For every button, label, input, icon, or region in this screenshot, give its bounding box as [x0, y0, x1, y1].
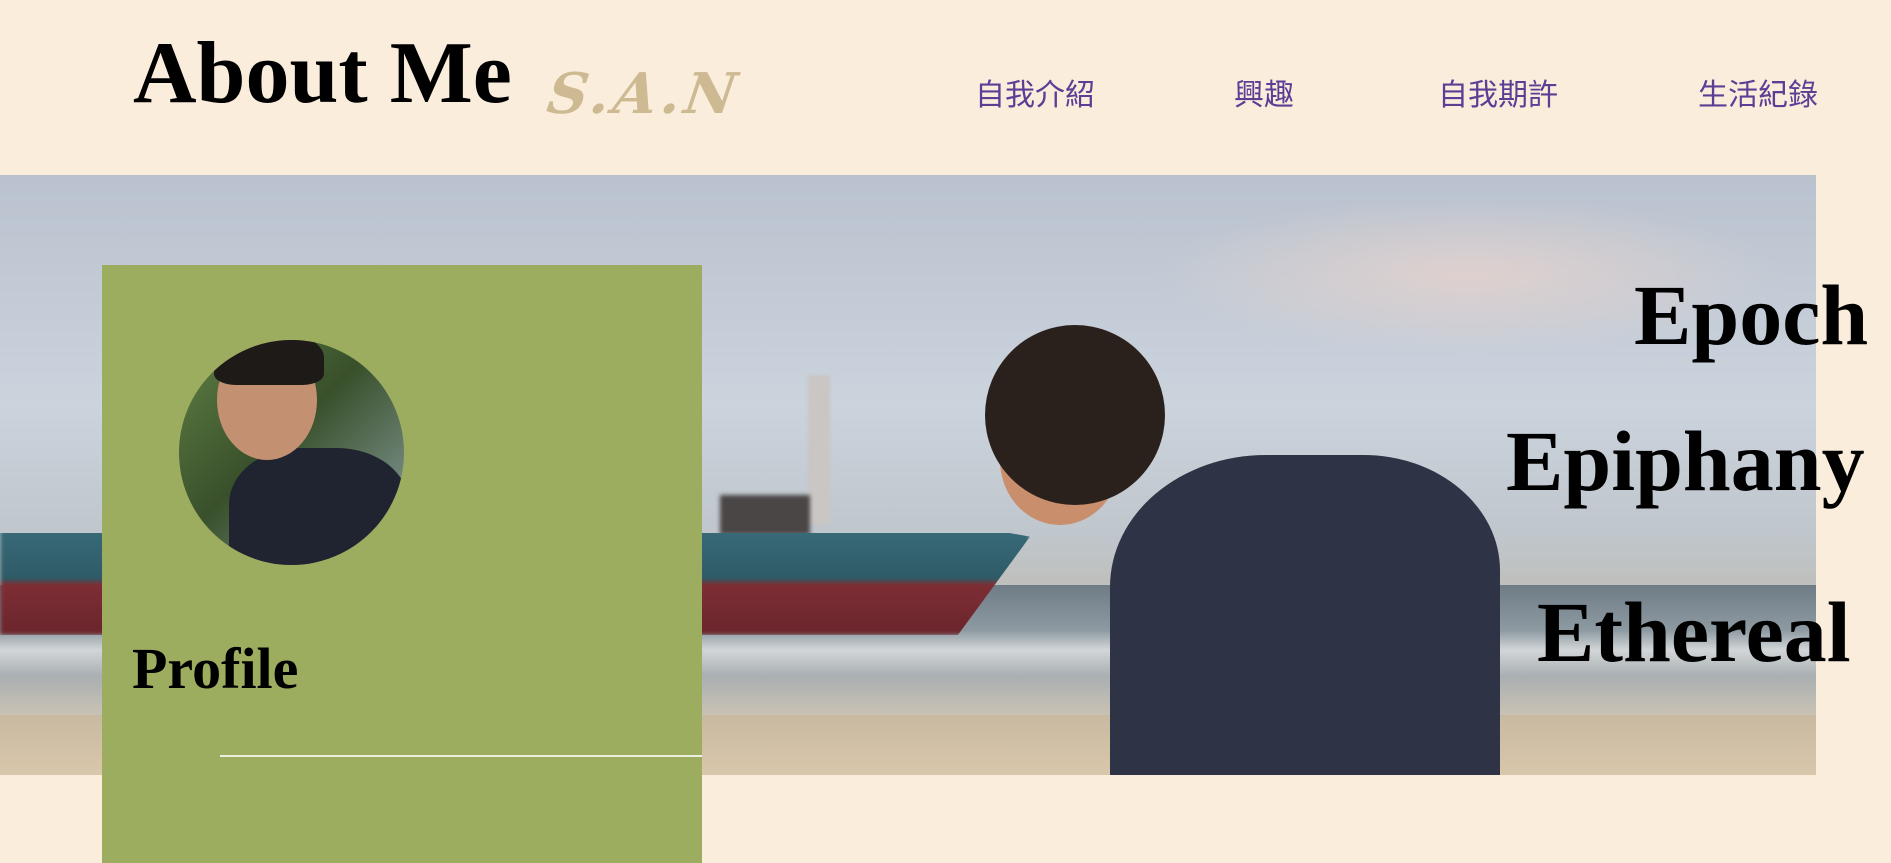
nav-link-self-expectations[interactable]: 自我期許 [1438, 78, 1558, 114]
hero-word-epiphany: Epiphany [1506, 413, 1865, 509]
profile-divider [220, 755, 702, 757]
nav-link-life-records[interactable]: 生活紀錄 [1698, 78, 1818, 114]
nav-link-interests[interactable]: 興趣 [1234, 78, 1294, 114]
avatar [179, 340, 404, 565]
ship-cabin [720, 495, 810, 535]
profile-heading: Profile [132, 636, 299, 701]
avatar-hair [214, 340, 324, 385]
nav-link-self-intro[interactable]: 自我介紹 [975, 78, 1095, 114]
profile-card: Profile [102, 265, 702, 863]
person-hair [985, 325, 1165, 505]
person-shirt [1110, 455, 1500, 775]
hero-word-ethereal: Ethereal [1537, 584, 1851, 680]
ship-mast [808, 375, 830, 525]
page: About Me S.A.N 自我介紹 興趣 自我期許 生活紀錄 Profile… [0, 0, 1891, 863]
hero-word-epoch: Epoch [1634, 267, 1869, 363]
main-nav: 自我介紹 興趣 自我期許 生活紀錄 [0, 78, 1891, 118]
avatar-body [229, 448, 404, 565]
